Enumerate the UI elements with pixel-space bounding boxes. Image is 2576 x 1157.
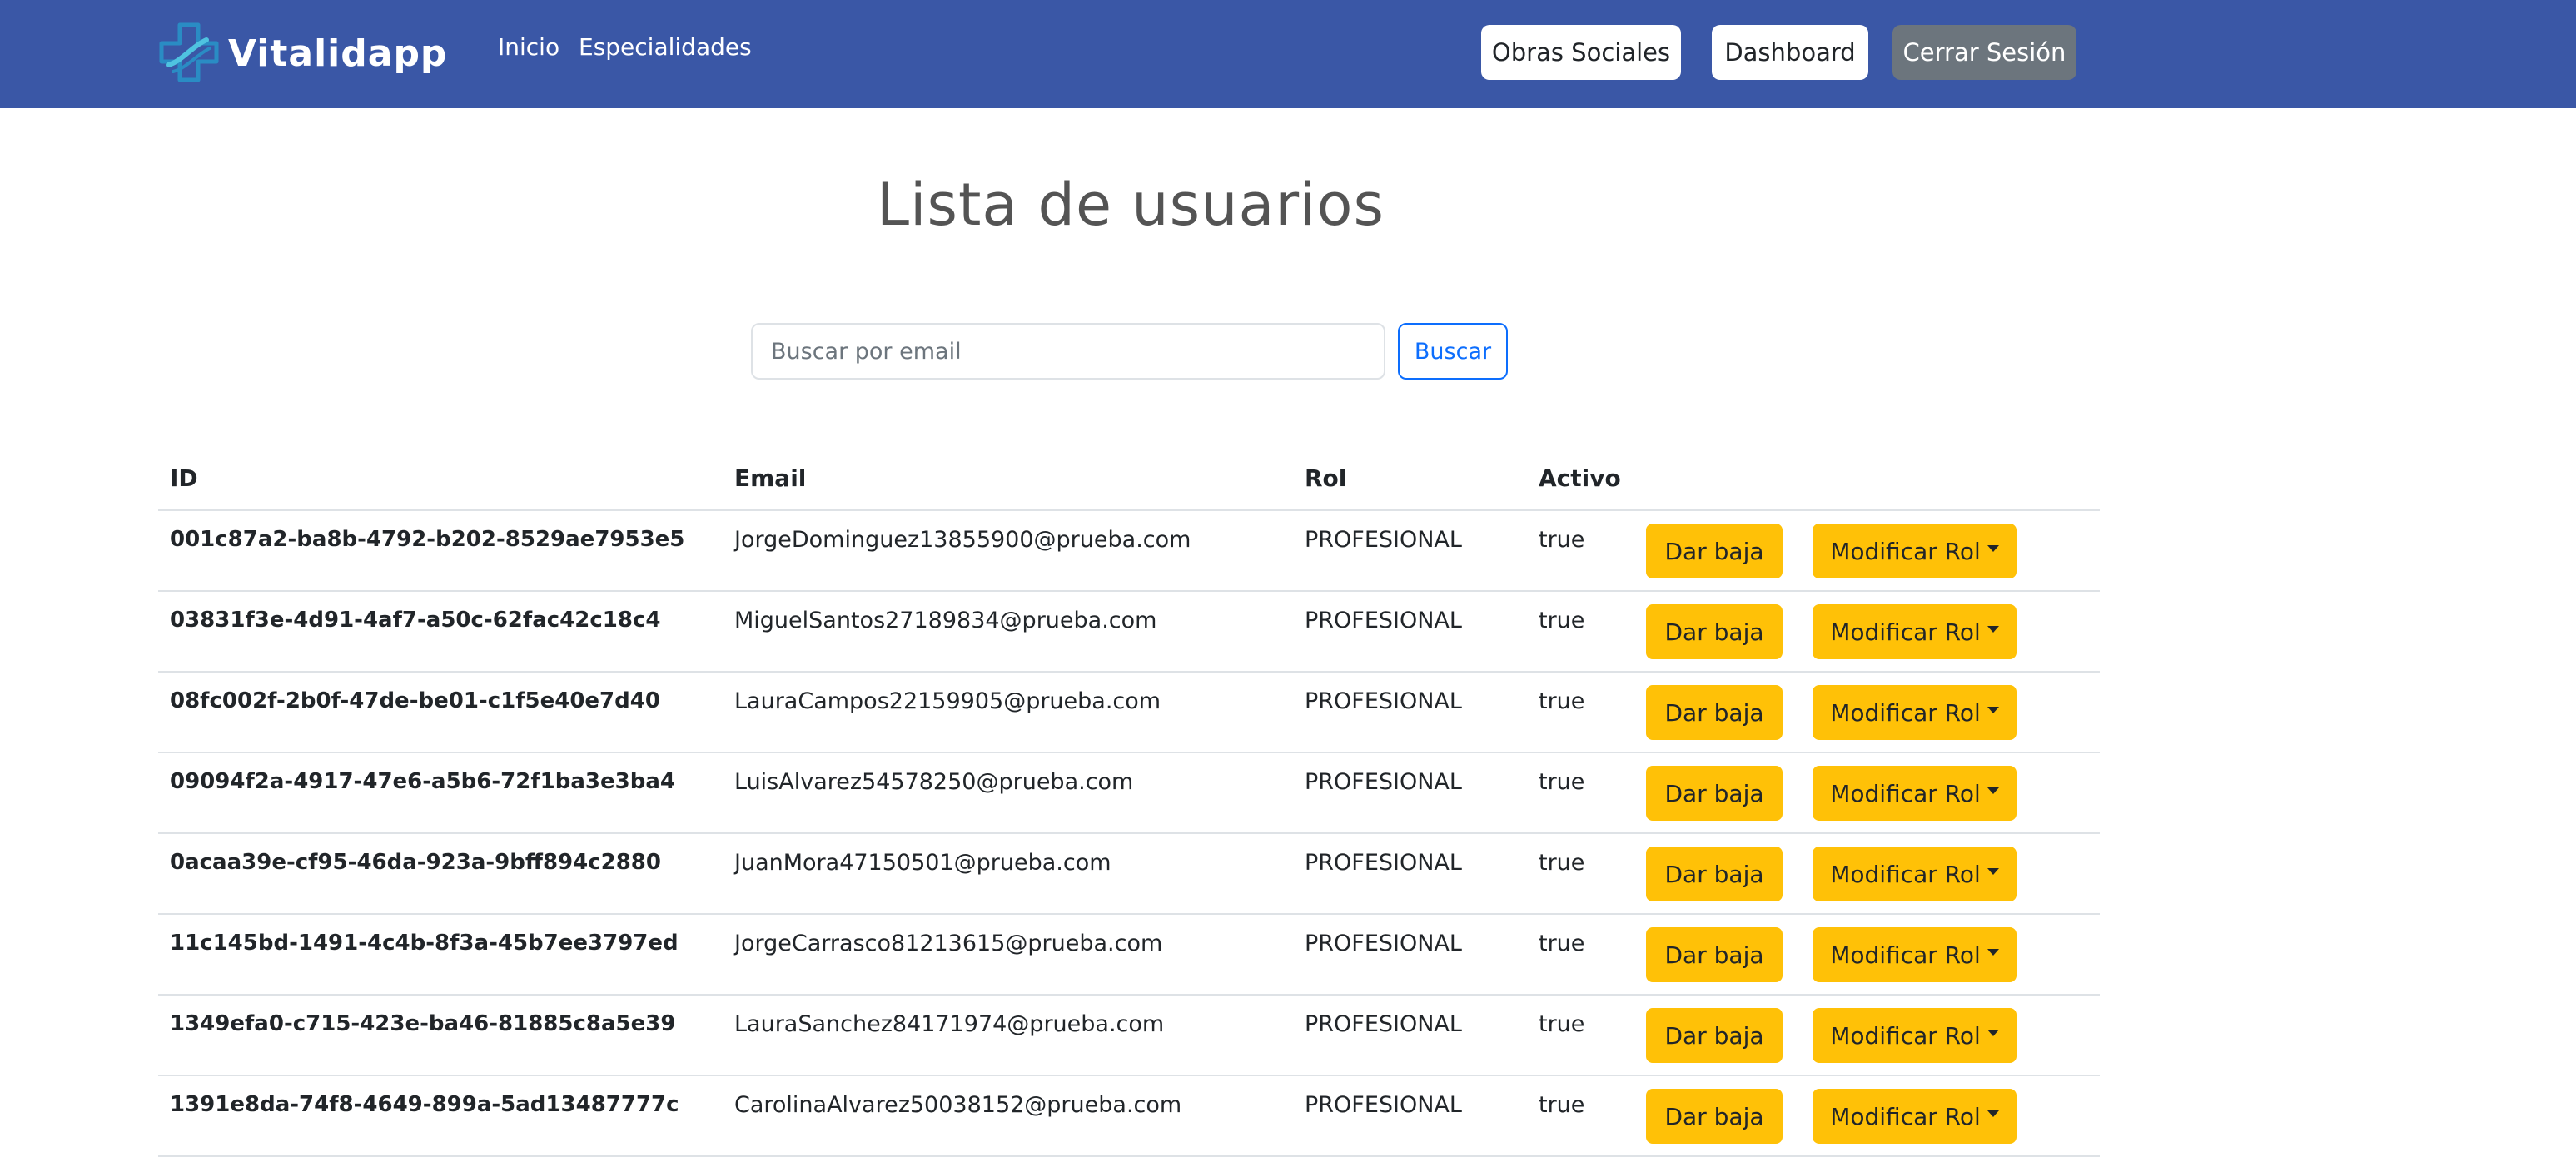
user-email: JuanMora47150501@prueba.com [734, 850, 1111, 876]
user-activo: true [1539, 1092, 1585, 1118]
modificar-rol-label: Modificar Rol [1830, 537, 1981, 565]
user-email: JorgeCarrasco81213615@prueba.com [734, 931, 1163, 956]
user-activo: true [1539, 931, 1585, 956]
table-row: 1349efa0-c715-423e-ba46-81885c8a5e39 Lau… [158, 996, 2100, 1076]
user-activo: true [1539, 850, 1585, 876]
user-activo: true [1539, 769, 1585, 795]
header-activo: Activo [1539, 464, 1621, 492]
user-activo: true [1539, 608, 1585, 633]
user-activo: true [1539, 1011, 1585, 1037]
user-email: CarolinaAlvarez50038152@prueba.com [734, 1092, 1182, 1118]
caret-down-icon [1987, 949, 1999, 956]
table-row: 0acaa39e-cf95-46da-923a-9bff894c2880 Jua… [158, 834, 2100, 915]
users-table: ID Email Rol Activo 001c87a2-ba8b-4792-b… [158, 448, 2100, 1157]
user-activo: true [1539, 527, 1585, 553]
dar-baja-button[interactable]: Dar baja [1646, 1089, 1783, 1144]
user-rol: PROFESIONAL [1305, 1092, 1462, 1118]
cross-logo-icon [159, 22, 219, 82]
navbar: Vitalidapp Inicio Especialidades Obras S… [0, 0, 2576, 108]
user-email: LuisAlvarez54578250@prueba.com [734, 769, 1134, 795]
dar-baja-button[interactable]: Dar baja [1646, 1008, 1783, 1063]
modificar-rol-label: Modificar Rol [1830, 860, 1981, 888]
table-header: ID Email Rol Activo [158, 448, 2100, 511]
header-email: Email [734, 464, 807, 492]
user-email: MiguelSantos27189834@prueba.com [734, 608, 1157, 633]
table-row: 08fc002f-2b0f-47de-be01-c1f5e40e7d40 Lau… [158, 673, 2100, 753]
user-email: LauraSanchez84171974@prueba.com [734, 1011, 1165, 1037]
dashboard-button[interactable]: Dashboard [1712, 25, 1868, 80]
brand-name: Vitalidapp [228, 32, 448, 75]
modificar-rol-dropdown[interactable]: Modificar Rol [1813, 524, 2017, 578]
table-row: 11c145bd-1491-4c4b-8f3a-45b7ee3797ed Jor… [158, 915, 2100, 996]
user-email: JorgeDominguez13855900@prueba.com [734, 527, 1191, 553]
page-title: Lista de usuarios [877, 171, 1385, 239]
user-id: 1391e8da-74f8-4649-899a-5ad13487777c [170, 1092, 679, 1117]
caret-down-icon [1987, 707, 1999, 713]
modificar-rol-dropdown[interactable]: Modificar Rol [1813, 927, 2017, 982]
modificar-rol-dropdown[interactable]: Modificar Rol [1813, 604, 2017, 659]
obras-sociales-button[interactable]: Obras Sociales [1481, 25, 1681, 80]
modificar-rol-dropdown[interactable]: Modificar Rol [1813, 766, 2017, 821]
caret-down-icon [1987, 1110, 1999, 1117]
modificar-rol-dropdown[interactable]: Modificar Rol [1813, 847, 2017, 901]
user-id: 11c145bd-1491-4c4b-8f3a-45b7ee3797ed [170, 931, 679, 956]
user-rol: PROFESIONAL [1305, 850, 1462, 876]
caret-down-icon [1987, 626, 1999, 633]
user-id: 08fc002f-2b0f-47de-be01-c1f5e40e7d40 [170, 688, 660, 713]
user-rol: PROFESIONAL [1305, 527, 1462, 553]
modificar-rol-label: Modificar Rol [1830, 941, 1981, 969]
table-row: 1391e8da-74f8-4649-899a-5ad13487777c Car… [158, 1076, 2100, 1157]
caret-down-icon [1987, 1030, 1999, 1036]
user-rol: PROFESIONAL [1305, 769, 1462, 795]
caret-down-icon [1987, 545, 1999, 552]
user-rol: PROFESIONAL [1305, 688, 1462, 714]
user-rol: PROFESIONAL [1305, 608, 1462, 633]
user-rol: PROFESIONAL [1305, 931, 1462, 956]
user-rol: PROFESIONAL [1305, 1011, 1462, 1037]
user-id: 0acaa39e-cf95-46da-923a-9bff894c2880 [170, 850, 661, 875]
user-id: 1349efa0-c715-423e-ba46-81885c8a5e39 [170, 1011, 676, 1036]
dar-baja-button[interactable]: Dar baja [1646, 847, 1783, 901]
modificar-rol-dropdown[interactable]: Modificar Rol [1813, 1008, 2017, 1063]
modificar-rol-dropdown[interactable]: Modificar Rol [1813, 685, 2017, 740]
modificar-rol-dropdown[interactable]: Modificar Rol [1813, 1089, 2017, 1144]
user-id: 03831f3e-4d91-4af7-a50c-62fac42c18c4 [170, 608, 661, 633]
modificar-rol-label: Modificar Rol [1830, 1102, 1981, 1130]
dar-baja-button[interactable]: Dar baja [1646, 524, 1783, 578]
table-row: 001c87a2-ba8b-4792-b202-8529ae7953e5 Jor… [158, 511, 2100, 592]
user-activo: true [1539, 688, 1585, 714]
caret-down-icon [1987, 787, 1999, 794]
header-id: ID [170, 464, 198, 492]
caret-down-icon [1987, 868, 1999, 875]
user-id: 001c87a2-ba8b-4792-b202-8529ae7953e5 [170, 527, 685, 552]
modificar-rol-label: Modificar Rol [1830, 1021, 1981, 1050]
table-row: 03831f3e-4d91-4af7-a50c-62fac42c18c4 Mig… [158, 592, 2100, 673]
table-row: 09094f2a-4917-47e6-a5b6-72f1ba3e3ba4 Lui… [158, 753, 2100, 834]
search-email-input[interactable] [751, 323, 1385, 380]
modificar-rol-label: Modificar Rol [1830, 618, 1981, 646]
dar-baja-button[interactable]: Dar baja [1646, 604, 1783, 659]
user-email: LauraCampos22159905@prueba.com [734, 688, 1161, 714]
search-button[interactable]: Buscar [1398, 323, 1508, 380]
dar-baja-button[interactable]: Dar baja [1646, 766, 1783, 821]
dar-baja-button[interactable]: Dar baja [1646, 685, 1783, 740]
nav-link-especialidades[interactable]: Especialidades [579, 33, 752, 61]
brand[interactable]: Vitalidapp [157, 22, 447, 85]
user-id: 09094f2a-4917-47e6-a5b6-72f1ba3e3ba4 [170, 769, 675, 794]
cerrar-sesion-button[interactable]: Cerrar Sesión [1892, 25, 2076, 80]
header-rol: Rol [1305, 464, 1347, 492]
modificar-rol-label: Modificar Rol [1830, 698, 1981, 727]
nav-link-inicio[interactable]: Inicio [498, 33, 559, 61]
modificar-rol-label: Modificar Rol [1830, 779, 1981, 807]
dar-baja-button[interactable]: Dar baja [1646, 927, 1783, 982]
